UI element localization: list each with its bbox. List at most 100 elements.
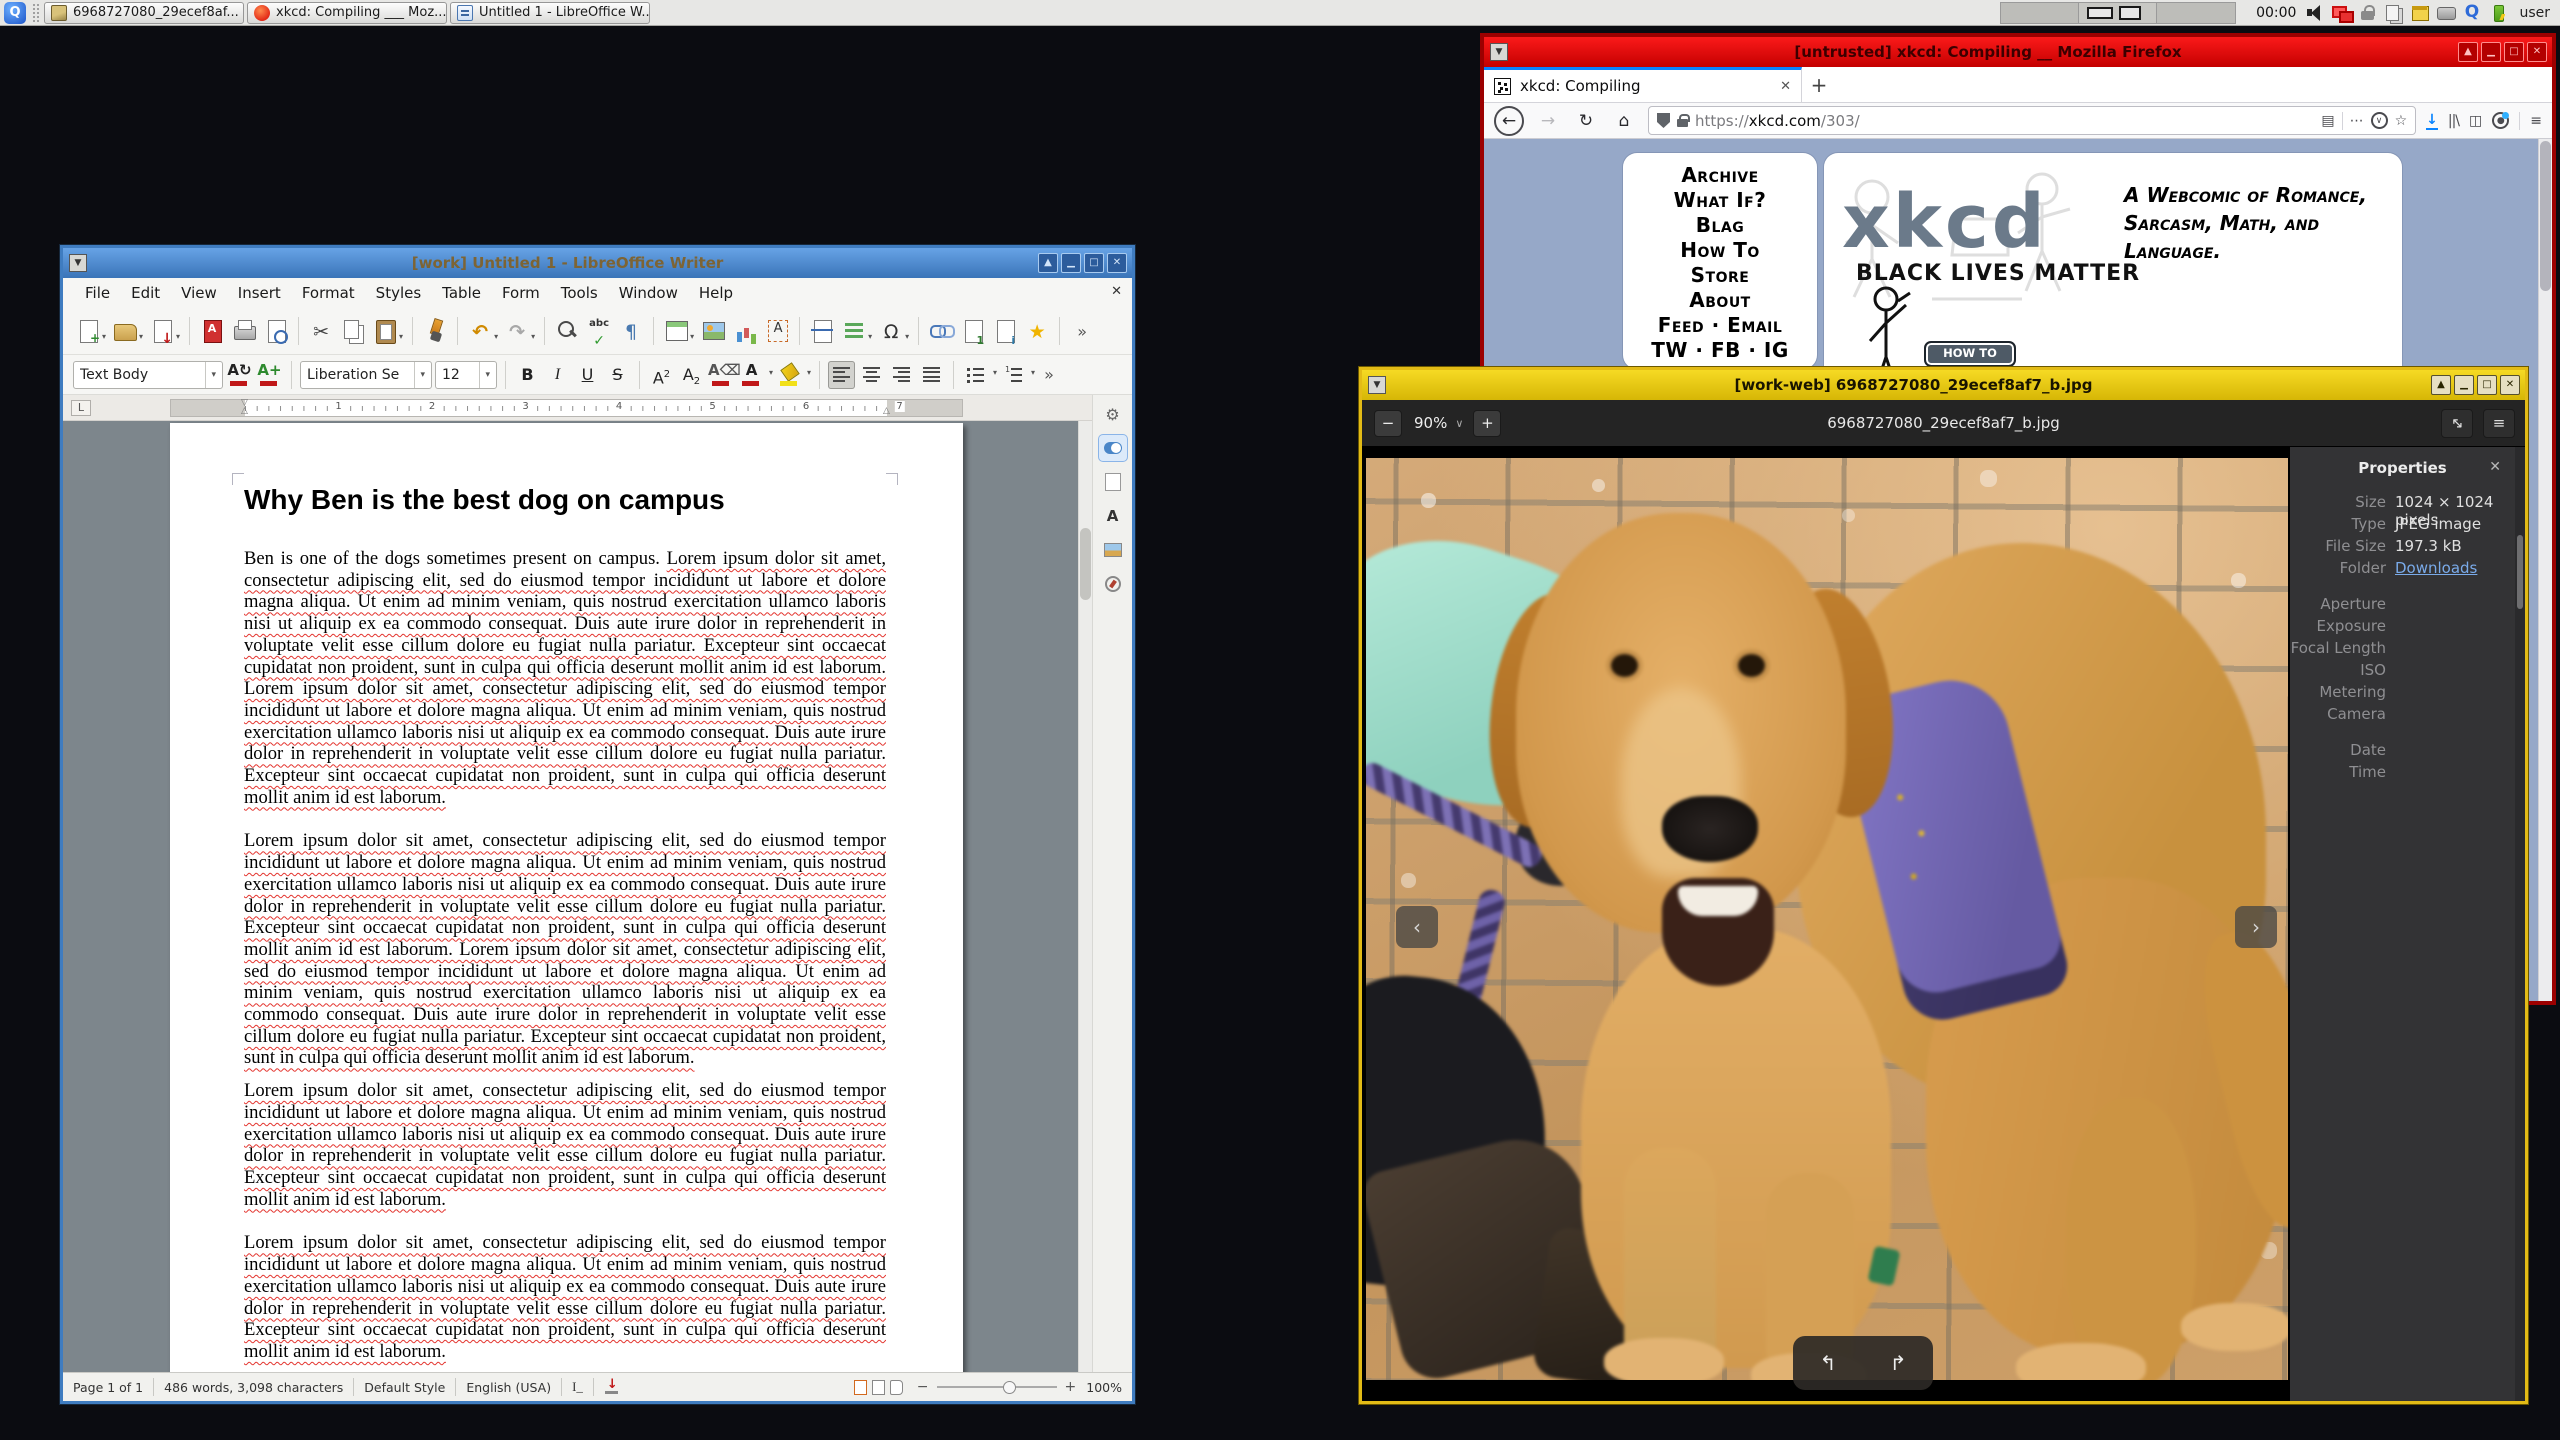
writer-titlebar[interactable]: ▼ [work] Untitled 1 - LibreOffice Writer…	[63, 248, 1132, 278]
page-style[interactable]: Default Style	[364, 1380, 445, 1395]
previous-image-button[interactable]: ‹	[1396, 906, 1438, 948]
sidebar-settings-icon[interactable]: ⚙	[1099, 401, 1127, 427]
zoom-percent[interactable]: 100%	[1086, 1380, 1122, 1395]
document-paragraph[interactable]: Lorem ipsum dolor sit amet, consectetur …	[244, 1232, 886, 1362]
menu-hamburger-icon[interactable]: ≡	[2530, 113, 2542, 129]
horizontal-ruler[interactable]: L ▽ △ △ 1234567	[63, 395, 1132, 421]
lock-icon[interactable]	[1677, 113, 1690, 127]
maximize-button[interactable]: □	[2477, 375, 2497, 395]
taskbar-button[interactable]: Untitled 1 - LibreOffice W...	[450, 1, 650, 24]
rotate-left-button[interactable]: ↰	[1820, 1351, 1837, 1375]
more-button[interactable]: »	[1067, 314, 1097, 348]
rotate-right-button[interactable]: ↱	[1890, 1351, 1907, 1375]
tab-close-icon[interactable]: ✕	[1780, 79, 1791, 94]
menu-format[interactable]: Format	[292, 281, 365, 305]
forward-button[interactable]: →	[1534, 107, 1562, 135]
xkcd-nav-link[interactable]: How To	[1623, 238, 1817, 263]
menu-file[interactable]: File	[75, 281, 120, 305]
xkcd-nav-link[interactable]: TW · FB · IG	[1623, 338, 1817, 363]
superscript-button[interactable]: A2	[648, 361, 675, 389]
new-document-button[interactable]: ▾	[73, 314, 108, 348]
update-style-button[interactable]: A↻	[226, 361, 253, 389]
taskbar-button[interactable]: 6968727080_29ecef8af...	[44, 1, 244, 24]
cut-button[interactable]: ✂	[306, 314, 336, 348]
xkcd-nav-link[interactable]: Store	[1623, 263, 1817, 288]
window-menu-icon[interactable]: ▼	[1490, 43, 1508, 61]
italic-button[interactable]: I	[544, 361, 571, 389]
insert-table-button[interactable]: ▾	[661, 314, 696, 348]
single-page-view-icon[interactable]	[853, 1379, 867, 1395]
document-heading[interactable]: Why Ben is the best dog on campus	[244, 484, 886, 516]
shade-button[interactable]: ▲	[2431, 375, 2451, 395]
redo-button[interactable]: ↷ ▾	[502, 314, 537, 348]
shade-button[interactable]: ▲	[2458, 42, 2478, 62]
book-view-icon[interactable]	[889, 1379, 903, 1395]
sidebar-properties-icon[interactable]	[1098, 435, 1127, 461]
zoom-slider[interactable]	[936, 1381, 1057, 1394]
menu-window[interactable]: Window	[609, 281, 688, 305]
network-vm-icon[interactable]	[2332, 3, 2355, 23]
new-style-button[interactable]: A+	[256, 361, 283, 389]
document-paragraph[interactable]: Lorem ipsum dolor sit amet, consectetur …	[244, 830, 886, 1069]
window-menu-icon[interactable]: ▼	[1368, 376, 1386, 394]
word-count[interactable]: 486 words, 3,098 characters	[164, 1380, 343, 1395]
downloads-icon[interactable]: ↓	[2426, 112, 2438, 130]
scrollbar-thumb[interactable]	[1080, 528, 1091, 600]
clone-formatting-button[interactable]	[420, 314, 450, 348]
sidebar-gallery-icon[interactable]	[1099, 537, 1127, 563]
document-body[interactable]: Ben is one of the dogs sometimes present…	[244, 548, 886, 1372]
window-menu-icon[interactable]: ▼	[69, 254, 87, 272]
indent-marker-right[interactable]: △	[883, 406, 890, 416]
font-name-select[interactable]: Liberation Se ▾	[300, 360, 432, 389]
domains-icon[interactable]	[2410, 3, 2430, 22]
document-paragraph[interactable]: Lorem ipsum dolor sit amet, consectetur …	[244, 1080, 886, 1210]
minimize-button[interactable]: ▁	[2481, 42, 2501, 62]
browser-scrollbar[interactable]	[2538, 139, 2552, 1001]
close-button[interactable]: ✕	[1107, 253, 1127, 273]
battery-icon[interactable]	[2488, 3, 2507, 22]
menu-form[interactable]: Form	[492, 281, 550, 305]
menu-view[interactable]: View	[171, 281, 227, 305]
taskbar-button[interactable]: xkcd: Compiling ___ Moz...	[247, 1, 447, 24]
insert-textbox-button[interactable]	[762, 314, 792, 348]
insert-image-button[interactable]	[698, 314, 728, 348]
xkcd-nav-link[interactable]: About	[1623, 288, 1817, 313]
font-color-button[interactable]: A	[738, 361, 765, 389]
sidebar-navigator-icon[interactable]	[1099, 571, 1127, 597]
reload-button[interactable]: ↻	[1572, 107, 1600, 135]
insert-footnote-button[interactable]	[958, 314, 988, 348]
xkcd-nav-link[interactable]: What If?	[1623, 188, 1817, 213]
document-scrollbar[interactable]	[1078, 421, 1092, 1372]
lock-icon[interactable]	[2358, 3, 2377, 22]
workspace-pager[interactable]	[2000, 1, 2237, 24]
undo-button[interactable]: ↶ ▾	[465, 314, 500, 348]
zoom-out-button[interactable]: −	[1374, 409, 1402, 437]
panel-scrollbar[interactable]	[2515, 447, 2525, 1401]
disk-icon[interactable]	[2436, 3, 2457, 22]
url-bar[interactable]: https://xkcd.com/303/ ▤ ⋯ ∨ ☆	[1648, 106, 2417, 135]
clear-formatting-button[interactable]: A⌫	[708, 361, 741, 389]
numbered-list-button[interactable]	[1000, 361, 1027, 389]
indent-marker-left2[interactable]: △	[241, 406, 248, 416]
bullet-list-button[interactable]	[962, 361, 989, 389]
fullscreen-icon[interactable]: ↔	[2441, 408, 2473, 438]
close-button[interactable]: ✕	[2527, 42, 2547, 62]
sidebar-styles-icon[interactable]: A	[1099, 503, 1127, 529]
print-button[interactable]	[229, 314, 259, 348]
xkcd-nav-link[interactable]: Blag	[1623, 213, 1817, 238]
next-image-button[interactable]: ›	[2235, 906, 2277, 948]
strikethrough-button[interactable]: S	[604, 361, 631, 389]
bookmark-star-icon[interactable]: ☆	[2395, 113, 2408, 129]
insert-endnote-button[interactable]	[990, 314, 1020, 348]
zoom-dropdown-icon[interactable]: ∨	[1455, 417, 1463, 430]
library-icon[interactable]: ||\	[2448, 113, 2460, 129]
tab-xkcd[interactable]: xkcd: Compiling ✕	[1484, 67, 1802, 102]
xkcd-nav-link[interactable]: Archive	[1623, 163, 1817, 188]
menu-insert[interactable]: Insert	[228, 281, 291, 305]
special-character-button[interactable]: Ω ▾	[876, 314, 911, 348]
multi-page-view-icon[interactable]	[871, 1379, 885, 1395]
new-tab-button[interactable]: +	[1802, 67, 1836, 102]
viewer-menu-icon[interactable]: ≡	[2483, 408, 2515, 438]
image-display-area[interactable]	[1362, 447, 2290, 1401]
insert-field-button[interactable]: ▾	[839, 314, 874, 348]
